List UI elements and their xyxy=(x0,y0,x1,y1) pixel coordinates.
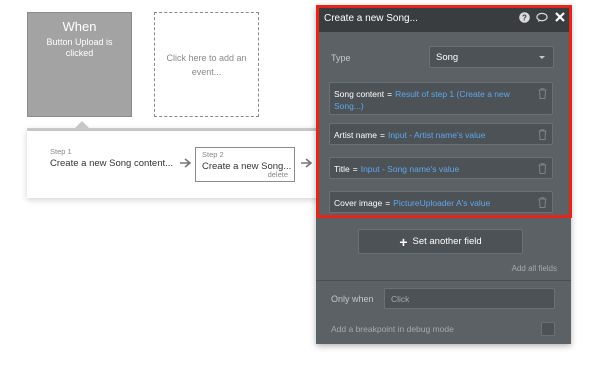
only-when-condition-input[interactable]: Click xyxy=(384,288,555,309)
field-row-cover-image[interactable]: Cover image = PictureUploader A's value xyxy=(329,191,553,213)
field-row-song-content[interactable]: Song content = Result of step 1 (Create a … xyxy=(329,82,553,115)
action-property-panel: Create a new Song... ? Type Song Song co… xyxy=(316,5,571,344)
field-value[interactable]: PictureUploader A's value xyxy=(393,198,490,208)
step-2-number: Step 2 xyxy=(202,150,224,159)
breakpoint-checkbox[interactable] xyxy=(541,322,555,336)
field-operator: = xyxy=(385,198,391,208)
arrow-right-icon xyxy=(180,157,192,171)
comment-icon[interactable] xyxy=(536,11,548,23)
only-when-placeholder: Click xyxy=(391,294,410,304)
selected-event-notch xyxy=(75,121,89,128)
add-event-card[interactable]: Click here to add an event... xyxy=(154,12,259,117)
header-icons: ? xyxy=(518,11,566,23)
step-2-delete-link[interactable]: delete xyxy=(268,170,288,179)
panel-header: Create a new Song... ? xyxy=(316,5,571,32)
set-another-field-label: Set another field xyxy=(412,236,482,247)
type-dropdown-value: Song xyxy=(436,52,459,63)
help-icon[interactable]: ? xyxy=(518,11,530,23)
field-name: Artist name xyxy=(334,130,377,140)
type-dropdown[interactable]: Song xyxy=(429,46,554,68)
divider xyxy=(316,280,571,281)
close-icon[interactable] xyxy=(554,11,566,23)
field-name: Title xyxy=(334,164,350,174)
field-operator: = xyxy=(387,89,393,99)
workflow-steps-bar: Step 1 Create a new Song content... Step… xyxy=(27,121,327,198)
when-title: When xyxy=(62,19,97,34)
step-1-number: Step 1 xyxy=(50,147,72,156)
field-operator: = xyxy=(380,130,385,140)
step-1-title: Create a new Song content... xyxy=(50,158,174,169)
when-description: Button Upload is clicked xyxy=(46,37,113,58)
plus-icon: + xyxy=(399,233,408,250)
svg-text:?: ? xyxy=(522,13,527,22)
set-another-field-button[interactable]: + Set another field xyxy=(358,229,523,254)
trash-icon[interactable] xyxy=(538,88,547,99)
field-value[interactable]: Input - Song name's value xyxy=(361,164,460,174)
field-row-title[interactable]: Title = Input - Song name's value xyxy=(329,157,553,179)
event-when-card[interactable]: When Button Upload is clicked xyxy=(27,12,132,117)
step-1[interactable]: Step 1 Create a new Song content... xyxy=(50,147,173,169)
field-row-artist-name[interactable]: Artist name = Input - Artist name's value xyxy=(329,123,553,145)
field-operator: = xyxy=(352,164,358,174)
type-label: Type xyxy=(331,53,351,63)
trash-icon[interactable] xyxy=(538,163,547,174)
arrow-right-icon xyxy=(301,157,313,171)
step-2[interactable]: Step 2 Create a new Song... delete xyxy=(195,147,295,182)
field-name: Cover image xyxy=(334,198,383,208)
only-when-label: Only when xyxy=(331,294,374,304)
trash-icon[interactable] xyxy=(538,197,547,208)
field-value[interactable]: Input - Artist name's value xyxy=(388,130,486,140)
add-event-text: Click here to add an event... xyxy=(166,52,247,77)
field-name: Song content xyxy=(334,89,385,99)
trash-icon[interactable] xyxy=(538,129,547,140)
add-all-fields-link[interactable]: Add all fields xyxy=(512,264,557,273)
chevron-down-icon xyxy=(539,56,545,59)
panel-title: Create a new Song... xyxy=(324,13,418,24)
breakpoint-label: Add a breakpoint in debug mode xyxy=(331,324,454,334)
